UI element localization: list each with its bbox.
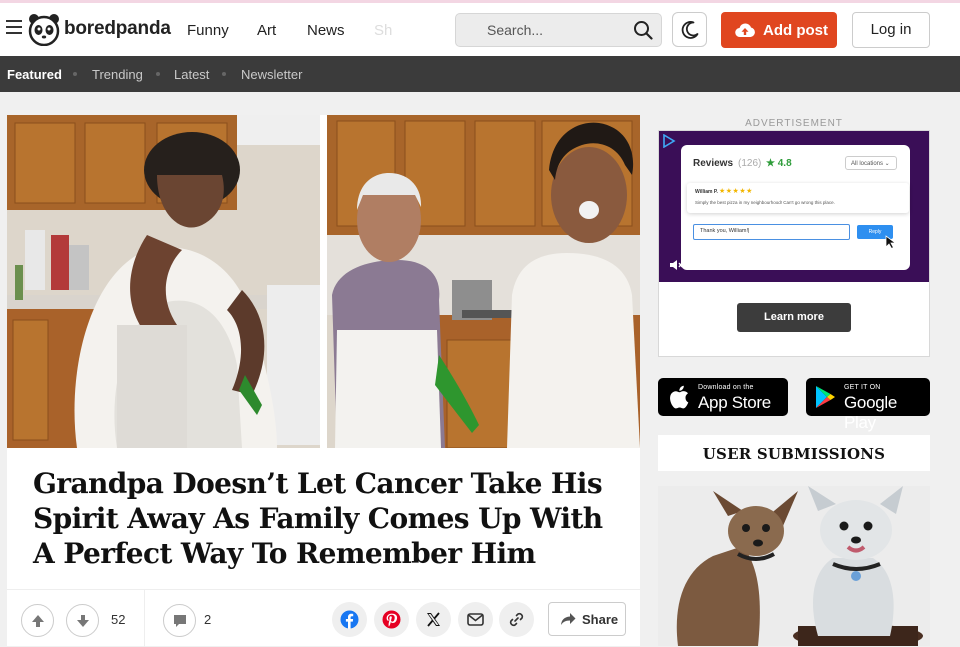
adchoices-icon[interactable] — [662, 134, 676, 148]
user-submissions-heading[interactable]: USER SUBMISSIONS — [658, 435, 930, 471]
share-pinterest-button[interactable] — [374, 602, 409, 637]
google-play-badge[interactable]: GET IT ON Google Play — [806, 378, 930, 432]
nav-shop-faded[interactable]: Sh — [374, 22, 392, 39]
advertisement-box[interactable]: Reviews (126) ★ 4.8 All locations ⌄ Will… — [658, 130, 930, 357]
x-twitter-icon — [427, 612, 440, 627]
subnav-trending[interactable]: Trending — [92, 67, 143, 82]
app-store-big-text: App Store — [698, 393, 771, 412]
article-actions-bar: 52 2 Share — [7, 589, 640, 647]
nav-news[interactable]: News — [307, 22, 345, 39]
cloud-upload-icon — [735, 23, 755, 38]
user-submission-image[interactable] — [658, 486, 930, 646]
article-title[interactable]: Grandpa Doesn’t Let Cancer Take His Spir… — [33, 466, 623, 571]
share-arrow-icon — [561, 613, 576, 625]
panda-logo-icon[interactable] — [28, 12, 60, 47]
article-photo-right[interactable] — [327, 115, 640, 448]
app-store-badge[interactable]: Download on the App Store — [658, 378, 788, 416]
vote-count: 52 — [111, 612, 126, 627]
arrow-down-icon — [77, 615, 89, 627]
subnav-newsletter[interactable]: Newsletter — [241, 67, 302, 82]
search-icon[interactable] — [633, 20, 653, 40]
pinterest-icon — [382, 610, 401, 629]
moon-icon — [681, 21, 699, 39]
ad-reviews-card: Reviews (126) ★ 4.8 All locations ⌄ Will… — [681, 145, 910, 270]
google-play-icon — [816, 386, 835, 408]
login-button[interactable]: Log in — [852, 12, 930, 48]
search-box — [455, 13, 662, 47]
subnav-separator — [222, 72, 226, 76]
ad-review-text: Simply the best pizza in my neighbourhoo… — [695, 200, 835, 205]
downvote-button[interactable] — [66, 604, 99, 637]
ad-learn-more-button[interactable]: Learn more — [737, 303, 851, 332]
secondary-nav: Featured Trending Latest Newsletter — [0, 56, 960, 92]
site-header: boredpanda Funny Art News Sh Add post Lo… — [0, 3, 960, 56]
subnav-featured[interactable]: Featured — [7, 67, 62, 82]
share-facebook-button[interactable] — [332, 602, 367, 637]
add-post-label: Add post — [763, 22, 828, 39]
ad-reviewer-name: William P. — [695, 189, 718, 195]
ad-reviews-count: (126) — [738, 158, 762, 169]
article-card: Grandpa Doesn’t Let Cancer Take His Spir… — [7, 115, 640, 647]
app-store-small-text: Download on the — [698, 384, 754, 391]
ad-location-select: All locations ⌄ — [845, 156, 897, 170]
ad-reviews-title: Reviews — [693, 158, 734, 169]
google-play-big-text: Google Play — [844, 393, 898, 432]
mail-icon — [467, 613, 484, 626]
ad-reply-input: Thank you, William!| — [693, 224, 850, 240]
advertisement-label: ADVERTISEMENT — [745, 118, 843, 129]
copy-link-button[interactable] — [499, 602, 534, 637]
subnav-latest[interactable]: Latest — [174, 67, 209, 82]
nav-art[interactable]: Art — [257, 22, 276, 39]
comments-button[interactable] — [163, 604, 196, 637]
nav-funny[interactable]: Funny — [187, 22, 229, 39]
divider — [144, 590, 145, 647]
add-post-button[interactable]: Add post — [721, 12, 837, 48]
ad-review-item: William P. ★★★★★ Simply the best pizza i… — [687, 183, 909, 213]
dark-mode-toggle[interactable] — [672, 12, 707, 47]
link-icon — [509, 612, 524, 627]
google-play-small-text: GET IT ON — [844, 384, 881, 391]
search-input[interactable] — [456, 14, 626, 46]
ad-rating: ★ 4.8 — [766, 158, 792, 169]
arrow-up-icon — [32, 615, 44, 627]
apple-icon — [670, 385, 689, 409]
comment-icon — [174, 615, 186, 627]
subnav-separator — [73, 72, 77, 76]
share-email-button[interactable] — [458, 602, 493, 637]
ad-banner[interactable]: Reviews (126) ★ 4.8 All locations ⌄ Will… — [659, 131, 929, 282]
share-x-button[interactable] — [416, 602, 451, 637]
mute-icon[interactable] — [669, 259, 683, 271]
hamburger-menu-icon[interactable] — [6, 20, 22, 34]
article-photo-left[interactable] — [7, 115, 320, 448]
logo-text[interactable]: boredpanda — [64, 18, 171, 40]
share-button[interactable]: Share — [548, 602, 626, 636]
subnav-separator — [156, 72, 160, 76]
comment-count: 2 — [204, 612, 212, 627]
share-label: Share — [582, 612, 619, 627]
cursor-icon — [885, 235, 897, 249]
ad-review-stars: ★★★★★ — [719, 188, 753, 195]
facebook-icon — [340, 610, 359, 629]
upvote-button[interactable] — [21, 604, 54, 637]
